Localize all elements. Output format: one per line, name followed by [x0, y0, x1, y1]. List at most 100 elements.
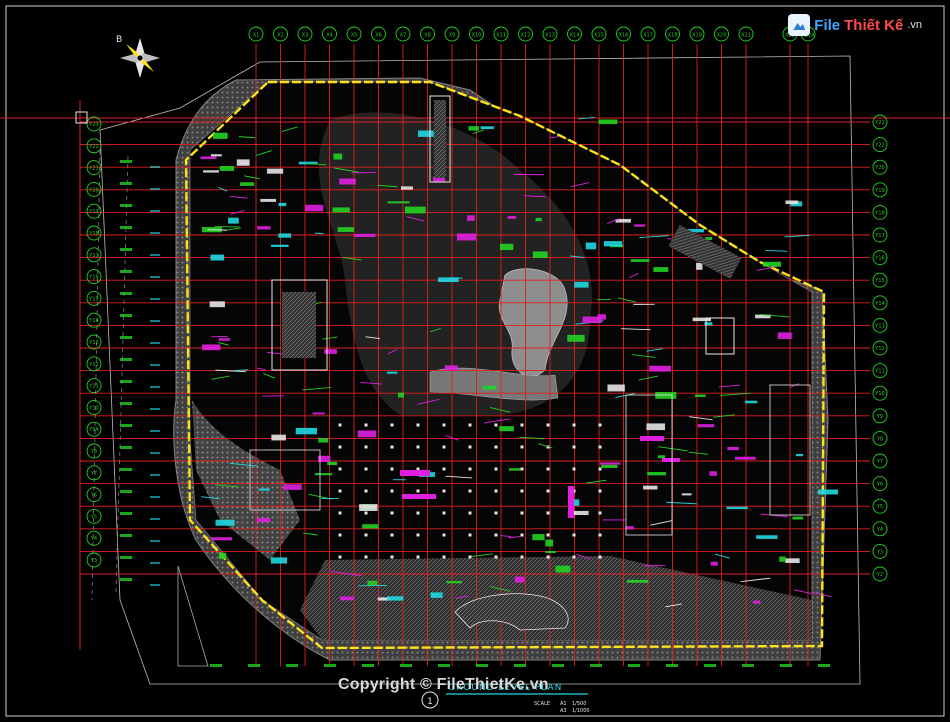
annotation-tag [332, 207, 350, 213]
annotation-tag [601, 464, 618, 468]
axis-bubble-X3: X3 [297, 26, 313, 42]
axis-label-X5: X5 [351, 33, 358, 39]
scale-label: SCALE [534, 701, 550, 707]
fixture-block [402, 494, 436, 499]
annotation-tag [582, 316, 602, 324]
axis-bubble-X18: X18 [665, 26, 680, 42]
annotation-tag [514, 576, 525, 583]
road-mark [150, 210, 160, 212]
annotation-tag [482, 385, 497, 390]
column [494, 511, 498, 515]
axis-label-X14: X14 [570, 33, 580, 39]
axis-label-right-Y20: Y20 [874, 165, 884, 171]
axis-bubble-left-Y10: Y10 [86, 399, 102, 415]
annotation-tag [203, 170, 219, 173]
road-mark [120, 534, 132, 537]
north-label: B [116, 35, 122, 45]
column [468, 423, 472, 427]
fixture-block [640, 436, 664, 441]
annotation-tag [630, 259, 650, 262]
annotation-tag [499, 426, 514, 432]
column [572, 467, 576, 471]
annotation-tag [430, 592, 443, 598]
road-mark [120, 292, 132, 295]
annotation-tag [219, 166, 235, 171]
axis-label-left-Y9A: Y9A [88, 427, 99, 433]
fixture-block [400, 470, 430, 476]
axis-label-X3: X3 [302, 33, 309, 39]
road-mark [150, 320, 160, 322]
axis-label-right-Y12: Y12 [874, 346, 884, 352]
axis-label-X11: X11 [496, 33, 506, 39]
axis-label-left-Y16: Y16 [88, 275, 98, 281]
axis-bubble-right-Y16: Y16 [872, 250, 888, 266]
axis-label-X6: X6 [375, 33, 382, 39]
axis-label-right-Y7: Y7 [876, 459, 883, 465]
road-mark [120, 468, 132, 471]
annotation-tag [567, 334, 585, 342]
road-mark [120, 556, 132, 559]
brand-logo-icon [788, 14, 811, 36]
column [442, 511, 446, 515]
axis-label-right-Y14: Y14 [874, 301, 884, 307]
annotation-tag [456, 233, 476, 241]
annotation-tag [398, 392, 405, 398]
annotation-tag [387, 596, 404, 601]
annotation-tag [271, 244, 289, 247]
road-mark [628, 664, 640, 667]
annotation-tag [271, 434, 286, 441]
annotation-tag [508, 468, 521, 471]
annotation-tag [499, 243, 514, 251]
column [494, 489, 498, 493]
annotation-tag [756, 535, 778, 539]
axis-label-X12: X12 [521, 33, 531, 39]
column [390, 467, 394, 471]
annotation-tag [228, 217, 239, 224]
road-mark [120, 358, 132, 361]
annotation-tag [218, 552, 227, 559]
column [442, 445, 446, 449]
road-mark [476, 664, 488, 667]
annotation-tag [792, 516, 804, 520]
column [364, 445, 368, 449]
column [442, 533, 446, 537]
axis-bubble-right-Y5: Y5 [872, 498, 888, 514]
column [468, 467, 472, 471]
column [520, 511, 524, 515]
column [442, 555, 446, 559]
annotation-tag [466, 215, 475, 221]
annotation-tag [324, 349, 337, 354]
axis-label-left-Y3: Y3 [90, 558, 97, 564]
road-mark [120, 402, 132, 405]
annotation-tag [202, 344, 221, 351]
road-mark [818, 664, 830, 667]
axis-label-right-Y15: Y15 [874, 278, 884, 284]
copyright-watermark: Copyright © FileThietKe.vn [338, 676, 549, 693]
annotation-tag [697, 424, 715, 428]
column [546, 467, 550, 471]
annotation-tag [400, 186, 413, 190]
annotation-tag [681, 493, 692, 496]
column [572, 445, 576, 449]
axis-label-left-Y13: Y13 [88, 340, 98, 346]
column [572, 533, 576, 537]
axis-bubble-left-Y3: Y3 [86, 552, 102, 568]
annotation-tag [258, 488, 270, 491]
watermark-logo: File Thiết Kế .vn [788, 14, 922, 36]
scale-a1: 1/500 [572, 701, 586, 707]
road-mark [704, 664, 716, 667]
axis-label-right-Y11: Y11 [874, 369, 884, 375]
column [416, 423, 420, 427]
annotation-tag [240, 182, 255, 186]
annotation-tag [283, 484, 302, 490]
axis-label-right-Y8: Y8 [876, 436, 883, 442]
axis-bubble-X1: X1 [248, 26, 264, 42]
column [494, 555, 498, 559]
column [572, 555, 576, 559]
road-mark [150, 562, 160, 564]
annotation-tag [215, 519, 235, 526]
annotation-tag [213, 132, 228, 139]
column [364, 467, 368, 471]
axis-bubble-X4: X4 [322, 26, 337, 42]
annotation-tag [532, 534, 545, 541]
